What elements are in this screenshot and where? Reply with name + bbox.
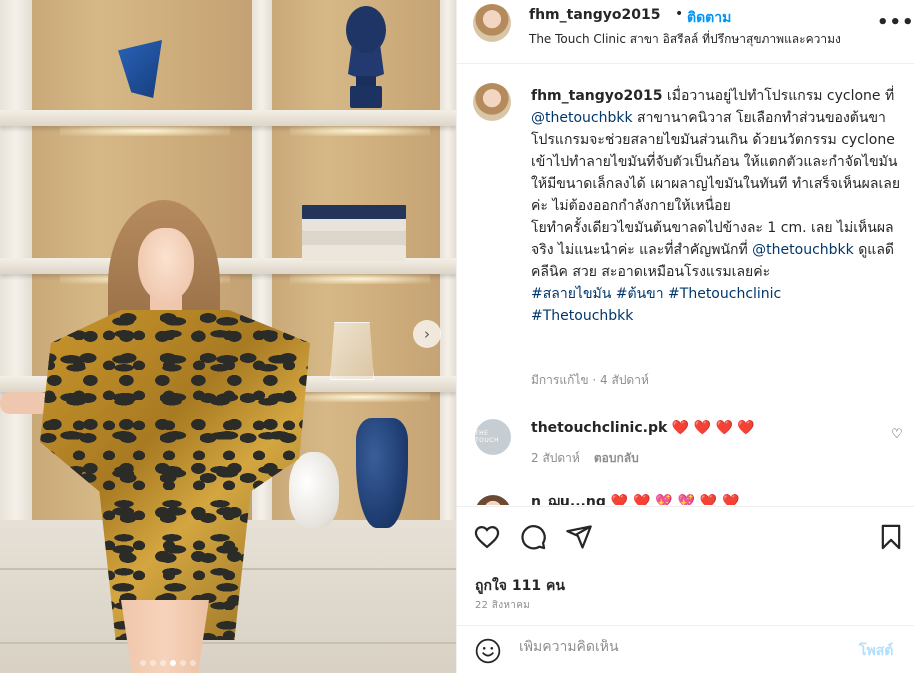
- carousel-dot: [190, 660, 196, 666]
- shelf-light: [290, 392, 430, 402]
- caption-mention[interactable]: @thetouchbkk: [752, 242, 854, 258]
- woman-face: [138, 228, 194, 302]
- carousel-indicator: [140, 660, 196, 666]
- shelf-board: [0, 110, 456, 126]
- header-separator: •: [675, 6, 684, 22]
- carousel-dot: [140, 660, 146, 666]
- caption-hashtags[interactable]: #สลายไขมัน #ต้นขา #Thetouchclinic: [531, 286, 781, 302]
- carousel-dot: [180, 660, 186, 666]
- bookmark-icon[interactable]: [877, 523, 905, 551]
- comment: thetouchclinic.pk ❤️ ❤️ ❤️ ❤️: [531, 420, 755, 436]
- post-header: fhm_tangyo2015 • ติดตาม The Touch Clinic…: [457, 0, 914, 64]
- comment-text: n_ฌu...ng ❤️ ❤️ 💖 💖 ❤️ ❤️: [531, 494, 740, 505]
- glass-award: [330, 322, 374, 380]
- follow-button[interactable]: ติดตาม: [687, 7, 731, 29]
- heart-outline-icon[interactable]: [473, 523, 501, 551]
- comment-time[interactable]: 2 สัปดาห์: [531, 451, 580, 465]
- emoji-icon[interactable]: [475, 638, 501, 664]
- carousel-dot: [160, 660, 166, 666]
- caption-mention[interactable]: @thetouchbkk: [531, 110, 633, 126]
- commenter-username[interactable]: thetouchclinic.pk: [531, 420, 667, 436]
- caption-text: เมื่อวานอยู่ไปทำโปรแกรม cyclone ที่: [662, 88, 895, 104]
- author-username[interactable]: fhm_tangyo2015: [529, 7, 660, 23]
- comment-text: ❤️ ❤️ ❤️ ❤️: [671, 420, 755, 436]
- caption-username[interactable]: fhm_tangyo2015: [531, 88, 662, 104]
- caption-meta: มีการแก้ไข · 4 สัปดาห์: [531, 373, 649, 387]
- carousel-dot: [150, 660, 156, 666]
- shelf-light: [290, 126, 430, 136]
- post-actions: ถูกใจ 111 คน 22 สิงหาคม: [457, 506, 914, 624]
- author-avatar[interactable]: [473, 4, 511, 42]
- bust-sculpture: [346, 6, 386, 108]
- shelf-light: [60, 126, 230, 136]
- carousel-next-button[interactable]: ›: [413, 320, 441, 348]
- carousel-dot-active: [170, 660, 176, 666]
- comment-meta: 2 สัปดาห์ ตอบกลับ: [531, 449, 639, 468]
- comment-input[interactable]: [519, 639, 839, 655]
- post-date[interactable]: 22 สิงหาคม: [475, 598, 530, 613]
- add-comment-bar: โพสต์: [457, 625, 914, 673]
- chevron-right-icon: ›: [424, 325, 430, 343]
- reply-button[interactable]: ตอบกลับ: [594, 451, 639, 465]
- commenter-avatar[interactable]: THE TOUCH: [475, 419, 511, 455]
- comment-partial: n_ฌu...ng ❤️ ❤️ 💖 💖 ❤️ ❤️: [475, 491, 895, 505]
- post-comment-button[interactable]: โพสต์: [859, 640, 893, 662]
- comment-icon[interactable]: [519, 523, 547, 551]
- more-options-icon[interactable]: •••: [877, 12, 914, 33]
- white-vase: [289, 452, 339, 528]
- commenter-avatar[interactable]: [475, 495, 511, 505]
- comments-section[interactable]: fhm_tangyo2015 เมื่อวานอยู่ไปทำโปรแกรม c…: [457, 65, 914, 505]
- book-stack: [302, 205, 406, 261]
- shelf-light: [290, 274, 430, 284]
- share-icon[interactable]: [565, 523, 593, 551]
- post-caption: fhm_tangyo2015 เมื่อวานอยู่ไปทำโปรแกรม c…: [531, 85, 901, 327]
- likes-count[interactable]: ถูกใจ 111 คน: [475, 575, 565, 597]
- woman-arm: [0, 392, 50, 414]
- caption-avatar[interactable]: [473, 83, 511, 121]
- blue-vase: [356, 418, 408, 528]
- post-image[interactable]: ›: [0, 0, 456, 673]
- heart-outline-icon[interactable]: ♡: [891, 427, 903, 442]
- post-side-panel: fhm_tangyo2015 • ติดตาม The Touch Clinic…: [456, 0, 914, 673]
- caption-hashtags[interactable]: #Thetouchbkk: [531, 308, 633, 324]
- post-location[interactable]: The Touch Clinic สาขา อิสรีลล์ ที่ปรึกษา…: [529, 30, 841, 49]
